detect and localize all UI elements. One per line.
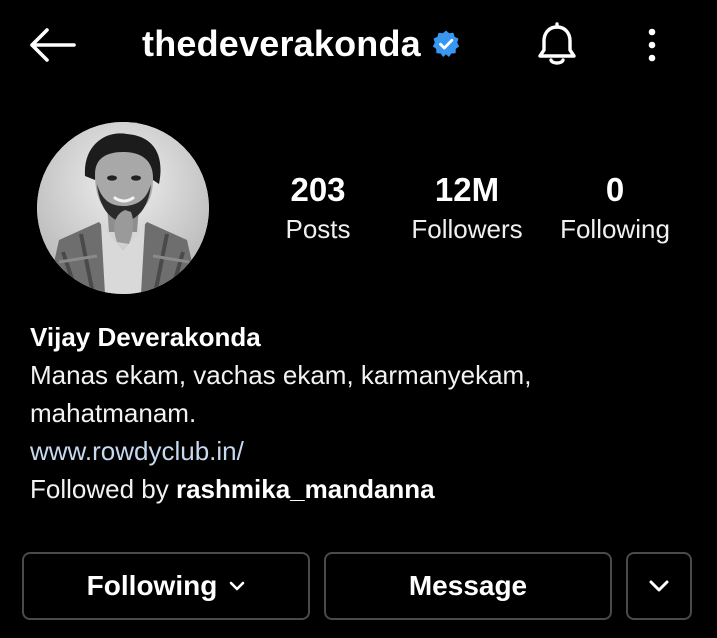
chevron-down-icon [648, 579, 670, 593]
following-label: Following [560, 214, 670, 244]
message-button-label: Message [408, 570, 528, 601]
followed-by-prefix: Followed by [30, 474, 176, 504]
username: thedeverakonda [142, 23, 421, 64]
bio-line-2: mahatmanam. [30, 398, 197, 428]
arrow-left-icon [30, 28, 76, 62]
posts-label: Posts [285, 214, 351, 244]
website-link[interactable]: www.rowdyclub.in/ [30, 432, 690, 470]
notifications-button[interactable] [530, 18, 584, 72]
bio-line-1: Manas ekam, vachas ekam, karmanyekam, [30, 360, 532, 390]
following-count[interactable]: 0 Following [540, 170, 690, 246]
following-button[interactable]: Following [22, 552, 310, 620]
message-button[interactable]: Message [324, 552, 612, 620]
more-vertical-icon [648, 28, 656, 62]
followed-by-user-link[interactable]: rashmika_mandanna [176, 474, 435, 504]
more-options-button[interactable] [632, 20, 672, 70]
following-value: 0 [605, 171, 625, 208]
posts-value: 203 [290, 171, 346, 208]
profile-bio: Vijay Deverakonda Manas ekam, vachas eka… [30, 318, 690, 508]
followed-by: Followed by rashmika_mandanna [30, 470, 690, 508]
profile-photo [37, 122, 209, 294]
profile-avatar[interactable] [37, 122, 209, 294]
bell-icon [538, 22, 576, 65]
back-button[interactable] [26, 22, 78, 68]
verified-badge-icon [431, 29, 461, 59]
profile-header: thedeverakonda [0, 0, 717, 90]
followers-label: Followers [411, 214, 523, 244]
following-button-label: Following [86, 570, 218, 601]
suggested-accounts-button[interactable] [626, 552, 692, 620]
posts-count[interactable]: 203 Posts [243, 170, 393, 246]
username-container: thedeverakonda [142, 18, 461, 70]
followers-value: 12M [434, 171, 500, 208]
display-name: Vijay Deverakonda [30, 322, 261, 352]
followers-count[interactable]: 12M Followers [392, 170, 542, 246]
chevron-down-icon [229, 581, 245, 591]
